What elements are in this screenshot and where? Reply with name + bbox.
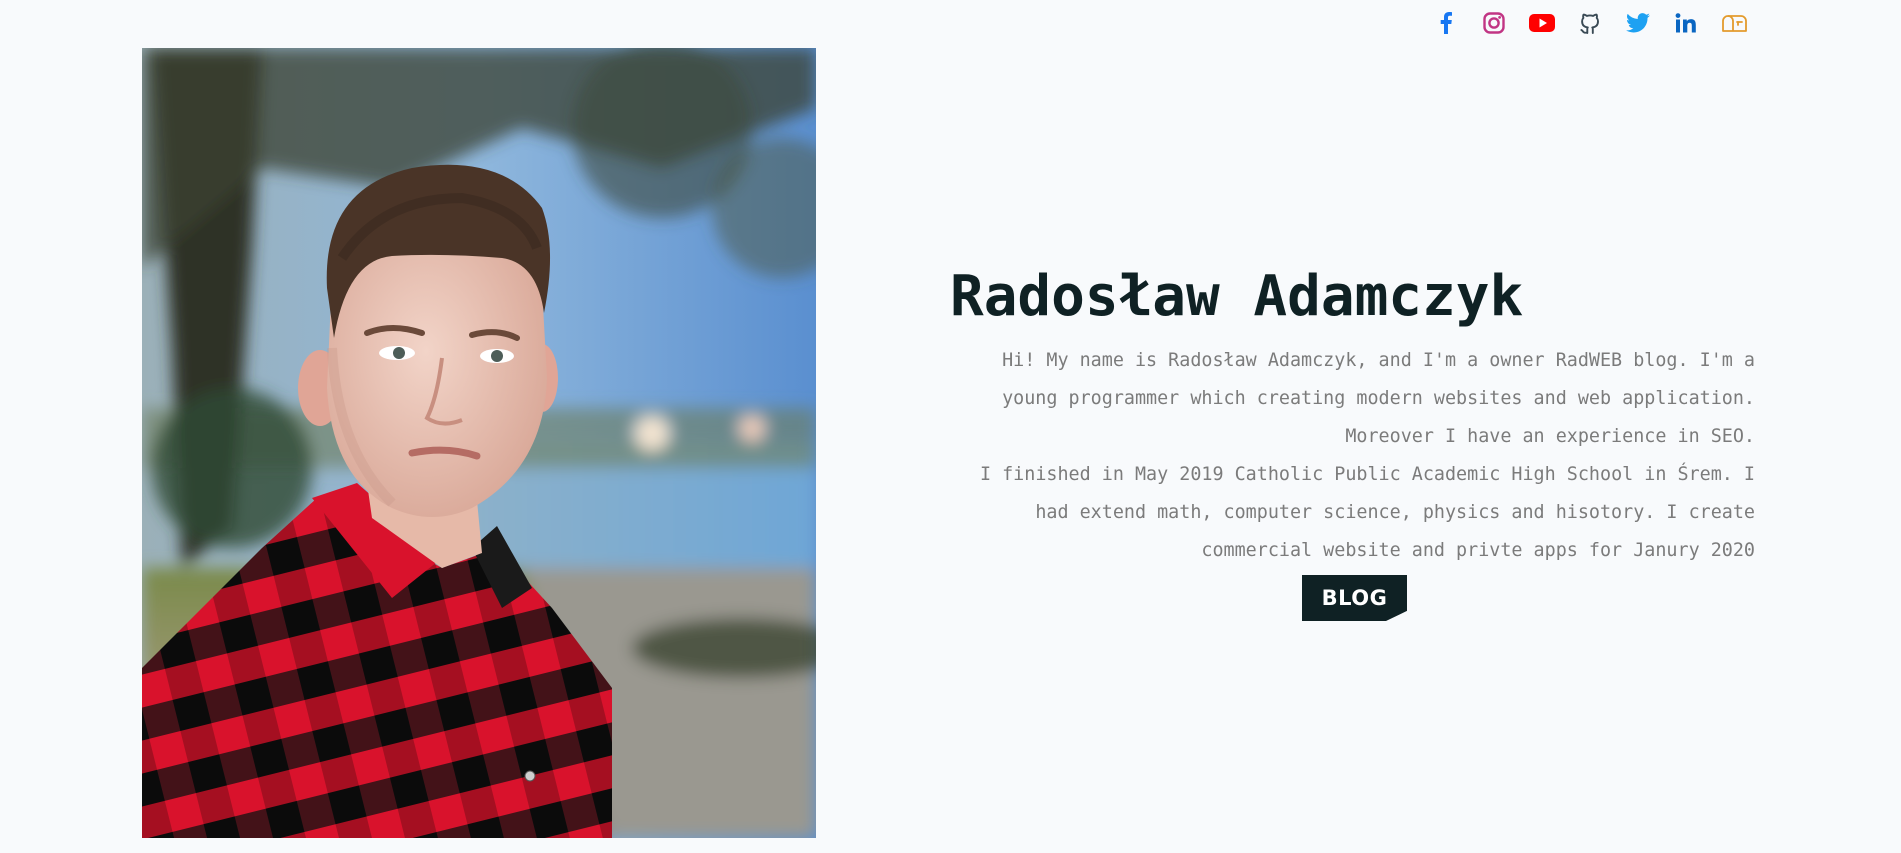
twitter-link[interactable] (1624, 10, 1652, 36)
profile-photo (142, 48, 816, 838)
twitter-icon (1626, 13, 1650, 33)
linkedin-icon (1675, 13, 1696, 33)
intro-section: Radosław Adamczyk Hi! My name is Radosła… (950, 258, 1755, 570)
mailbox-link[interactable] (1720, 10, 1748, 36)
github-icon (1580, 13, 1599, 34)
facebook-icon (1440, 12, 1452, 34)
blog-button[interactable]: BLOG (1302, 575, 1407, 621)
instagram-link[interactable] (1480, 10, 1508, 36)
bio-paragraph-2: I finished in May 2019 Catholic Public A… (979, 464, 1755, 561)
facebook-link[interactable] (1432, 10, 1460, 36)
youtube-link[interactable] (1528, 10, 1556, 36)
github-link[interactable] (1576, 10, 1604, 36)
youtube-icon (1529, 14, 1555, 32)
linkedin-link[interactable] (1672, 10, 1700, 36)
mailbox-icon (1722, 15, 1747, 32)
author-name: Radosław Adamczyk (950, 264, 1524, 329)
bio-paragraph-1: Hi! My name is Radosław Adamczyk, and I'… (1002, 350, 1755, 447)
instagram-icon (1483, 12, 1505, 34)
social-links (1432, 10, 1748, 36)
